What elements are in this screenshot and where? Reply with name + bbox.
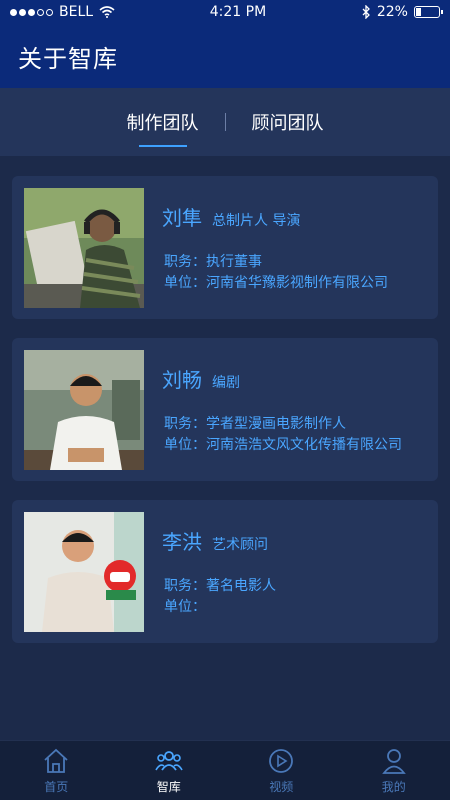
clock: 4:21 PM bbox=[209, 4, 267, 20]
member-unit: 单位：河南省华豫影视制作有限公司 bbox=[164, 275, 388, 291]
member-name-row: 李洪 艺术顾问 bbox=[162, 526, 268, 555]
member-name: 刘隼 bbox=[162, 206, 202, 230]
member-card[interactable]: 李洪 艺术顾问 职务：著名电影人 单位： bbox=[12, 500, 438, 643]
tab-label: 视频 bbox=[269, 780, 294, 794]
battery-percent: 22% bbox=[376, 4, 408, 20]
member-duty: 职务：著名电影人 bbox=[164, 578, 276, 594]
user-icon bbox=[381, 749, 406, 774]
tab-video[interactable]: 视频 bbox=[225, 741, 338, 800]
status-bar: BELL 4:21 PM 22% bbox=[0, 0, 450, 24]
member-duty: 职务：执行董事 bbox=[164, 254, 262, 270]
member-unit: 单位：河南浩浩文风文化传播有限公司 bbox=[164, 437, 402, 453]
team-icon bbox=[155, 751, 183, 771]
tab-home[interactable]: 首页 bbox=[0, 741, 113, 800]
tab-advisory-team[interactable]: 顾问团队 bbox=[238, 99, 338, 145]
carrier-label: BELL bbox=[59, 4, 94, 20]
member-card[interactable]: 刘畅 编剧 职务：学者型漫画电影制作人 单位：河南浩浩文风文化传播有限公司 bbox=[12, 338, 438, 481]
status-left: BELL bbox=[10, 4, 115, 20]
member-info: 职务：执行董事 单位：河南省华豫影视制作有限公司 bbox=[164, 252, 388, 294]
segment-bar: 制作团队 顾问团队 bbox=[0, 88, 450, 156]
tab-mine[interactable]: 我的 bbox=[338, 741, 450, 800]
battery-icon bbox=[413, 6, 443, 18]
member-role: 总制片人 导演 bbox=[212, 213, 301, 229]
page-title: 关于智库 bbox=[18, 44, 118, 73]
wifi-icon bbox=[99, 6, 115, 18]
member-photo bbox=[24, 188, 144, 308]
play-icon bbox=[269, 749, 294, 773]
member-role: 编剧 bbox=[212, 375, 240, 391]
member-name: 李洪 bbox=[162, 530, 202, 554]
member-info: 职务：著名电影人 单位： bbox=[164, 576, 276, 618]
home-icon bbox=[44, 748, 68, 773]
nav-bar: 关于智库 bbox=[0, 24, 450, 88]
tab-production-team[interactable]: 制作团队 bbox=[113, 99, 213, 147]
member-info: 职务：学者型漫画电影制作人 单位：河南浩浩文风文化传播有限公司 bbox=[164, 414, 402, 456]
status-right: 22% bbox=[361, 4, 443, 20]
member-card[interactable]: 刘隼 总制片人 导演 职务：执行董事 单位：河南省华豫影视制作有限公司 bbox=[12, 176, 438, 319]
signal-icon bbox=[10, 8, 53, 16]
member-unit: 单位： bbox=[164, 599, 206, 615]
bottom-tab-bar: 首页 智库 视频 我的 bbox=[0, 740, 450, 800]
member-role: 艺术顾问 bbox=[212, 537, 268, 553]
member-duty: 职务：学者型漫画电影制作人 bbox=[164, 416, 346, 432]
member-photo bbox=[24, 512, 144, 632]
segment-divider bbox=[224, 113, 226, 131]
bluetooth-icon bbox=[362, 5, 370, 19]
member-list: 刘隼 总制片人 导演 职务：执行董事 单位：河南省华豫影视制作有限公司 刘畅 编… bbox=[12, 176, 438, 662]
tab-label: 首页 bbox=[44, 780, 69, 794]
tab-label: 智库 bbox=[156, 780, 181, 794]
tab-label: 我的 bbox=[381, 780, 406, 794]
member-photo bbox=[24, 350, 144, 470]
member-name-row: 刘隼 总制片人 导演 bbox=[162, 202, 300, 231]
member-name: 刘畅 bbox=[162, 368, 202, 392]
member-name-row: 刘畅 编剧 bbox=[162, 364, 240, 393]
tab-think-tank[interactable]: 智库 bbox=[113, 741, 226, 800]
